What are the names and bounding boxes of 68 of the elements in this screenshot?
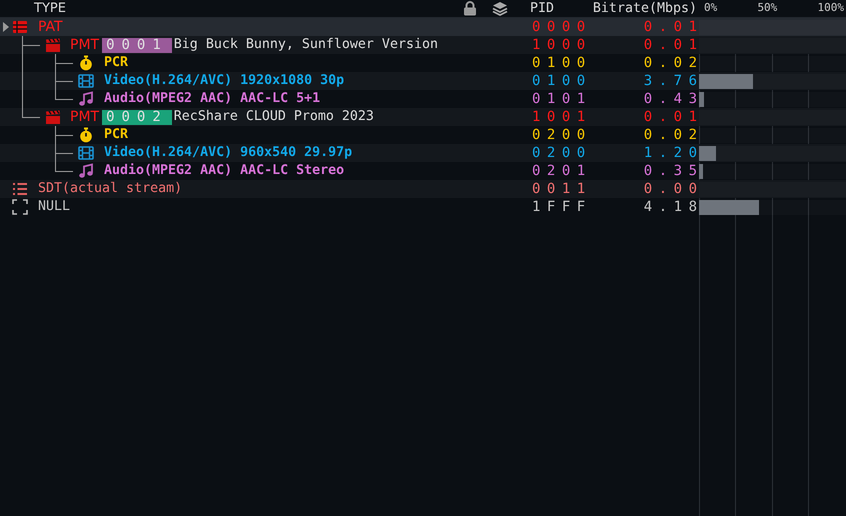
pid-value: 0100 [532, 54, 592, 70]
expander-icon[interactable] [3, 22, 9, 32]
type-label: PCR [104, 54, 128, 72]
type-label: Audio(MPEG2 AAC) AAC-LC Stereo [104, 162, 344, 180]
type-label: PAT [38, 18, 63, 36]
pid-value: 0100 [532, 72, 592, 88]
type-label: PCR [104, 126, 128, 144]
scale-label: 100% [818, 0, 844, 16]
clapperboard-icon [45, 37, 61, 53]
bitrate-value: 0.01 [644, 108, 704, 126]
type-label: PMT [70, 108, 100, 126]
pid-value: 1001 [532, 108, 592, 124]
pid-value: 0101 [532, 90, 592, 106]
film-strip-icon [78, 145, 94, 161]
type-label: PMT [70, 36, 100, 54]
type-header[interactable]: TYPE [34, 0, 66, 18]
pid-value: 0200 [532, 144, 592, 160]
selection-frame-icon [12, 199, 28, 215]
table-icon [12, 19, 28, 35]
tree-row[interactable]: Video(H.264/AVC) 1920x1080 30p 0100 3.76 [0, 72, 846, 90]
pid-value: 1000 [532, 36, 592, 52]
bitrate-value: 0.02 [644, 126, 704, 144]
tree-row[interactable]: NULL 1FFF 4.18 [0, 198, 846, 216]
lock-icon[interactable] [463, 1, 477, 16]
music-note-icon [78, 163, 94, 179]
bitrate-header[interactable]: Bitrate(Mbps) [592, 0, 697, 18]
stopwatch-icon [78, 127, 94, 143]
stopwatch-icon [78, 55, 94, 71]
film-strip-icon [78, 73, 94, 89]
type-label: SDT(actual stream) [38, 180, 182, 198]
pid-value: 0200 [532, 126, 592, 142]
tree-row[interactable]: PAT 0000 0.01 [0, 18, 846, 36]
pid-value: 0011 [532, 180, 592, 196]
bitrate-value: 0.43 [644, 90, 704, 108]
tree-row[interactable]: PCR 0200 0.02 [0, 126, 846, 144]
tree-row[interactable]: SDT(actual stream) 0011 0.00 [0, 180, 846, 198]
scale-label: 50% [757, 0, 778, 16]
program-name: RecShare CLOUD Promo 2023 [174, 108, 374, 126]
tree-row[interactable]: Audio(MPEG2 AAC) AAC-LC 5+1 0101 0.43 [0, 90, 846, 108]
bitrate-value: 4.18 [644, 198, 704, 216]
program-name: Big Buck Bunny, Sunflower Version [174, 36, 438, 54]
pid-value: 0201 [532, 162, 592, 178]
bitrate-value: 0.01 [644, 18, 704, 36]
program-number-badge: 0002 [102, 110, 172, 124]
bitrate-value: 3.76 [644, 72, 704, 90]
bitrate-value: 0.00 [644, 180, 704, 198]
bitrate-value: 0.02 [644, 54, 704, 72]
tree-row[interactable]: PMT 0001 Big Buck Bunny, Sunflower Version 1000 0.01 [0, 36, 846, 54]
layers-icon[interactable] [492, 1, 508, 16]
type-label: Video(H.264/AVC) 960x540 29.97p [104, 144, 352, 162]
pid-value: 0000 [532, 18, 592, 34]
type-label: Video(H.264/AVC) 1920x1080 30p [104, 72, 344, 90]
music-note-icon [78, 91, 94, 107]
pid-header[interactable]: PID [530, 0, 554, 16]
bitrate-value: 0.01 [644, 36, 704, 54]
pid-value: 1FFF [532, 198, 592, 214]
scale-label: 0% [704, 0, 718, 16]
clapperboard-icon [45, 109, 61, 125]
bitrate-value: 1.20 [644, 144, 704, 162]
tree-row[interactable]: PMT 0002 RecShare CLOUD Promo 2023 1001 0.01 [0, 108, 846, 126]
tree-row[interactable]: Audio(MPEG2 AAC) AAC-LC Stereo 0201 0.35 [0, 162, 846, 180]
bitrate-value: 0.35 [644, 162, 704, 180]
list-icon [12, 181, 28, 197]
tree-row[interactable]: PCR 0100 0.02 [0, 54, 846, 72]
program-number-badge: 0001 [102, 38, 172, 52]
tree-row[interactable]: Video(H.264/AVC) 960x540 29.97p 0200 1.20 [0, 144, 846, 162]
type-label: Audio(MPEG2 AAC) AAC-LC 5+1 [104, 90, 320, 108]
type-label: NULL [38, 198, 70, 216]
